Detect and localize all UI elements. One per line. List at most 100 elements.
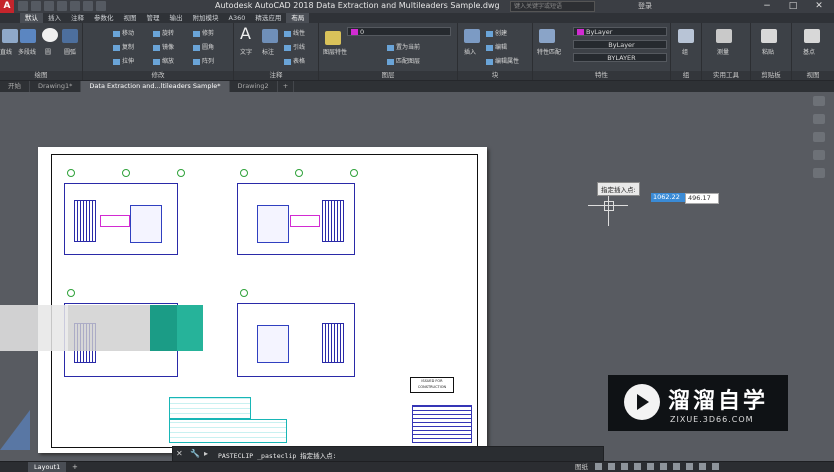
- edit-block-tool[interactable]: 编辑: [486, 42, 507, 51]
- paste-tool-label[interactable]: 粘贴: [762, 47, 774, 56]
- snap-toggle-icon[interactable]: [608, 463, 615, 470]
- showmotion-icon[interactable]: [813, 168, 825, 178]
- dimension-tool-label[interactable]: 标注: [262, 47, 274, 56]
- stretch-tool[interactable]: 拉伸: [113, 56, 134, 65]
- color-dropdown[interactable]: ByLayer: [573, 27, 667, 36]
- doc-tab-drawing1[interactable]: Drawing1*: [30, 81, 82, 92]
- grid-toggle-icon[interactable]: [595, 463, 602, 470]
- maximize-button[interactable]: □: [780, 0, 806, 12]
- plot-icon[interactable]: [70, 1, 80, 11]
- tab-manage[interactable]: 管理: [142, 13, 165, 23]
- doc-tab-drawing2[interactable]: Drawing2: [230, 81, 278, 92]
- base-view-icon[interactable]: [804, 29, 820, 43]
- match-properties-label[interactable]: 特性匹配: [537, 47, 561, 56]
- insert-block-label[interactable]: 插入: [464, 47, 476, 56]
- tab-featured-apps[interactable]: 精选应用: [250, 13, 286, 23]
- insert-block-icon[interactable]: [464, 29, 480, 43]
- open-file-icon[interactable]: [31, 1, 41, 11]
- tab-output[interactable]: 输出: [165, 13, 188, 23]
- line-tool-label[interactable]: 直线: [0, 47, 12, 56]
- layer-dropdown[interactable]: 0: [347, 27, 451, 36]
- arc-icon[interactable]: [62, 29, 78, 43]
- scale-tool[interactable]: 缩放: [153, 56, 174, 65]
- pan-icon[interactable]: [813, 114, 825, 124]
- tab-view[interactable]: 视图: [119, 13, 142, 23]
- polar-toggle-icon[interactable]: [634, 463, 641, 470]
- lineweight-toggle-icon[interactable]: [660, 463, 667, 470]
- text-tool-label[interactable]: 文字: [240, 47, 252, 56]
- steering-wheel-icon[interactable]: [813, 96, 825, 106]
- orbit-icon[interactable]: [813, 150, 825, 160]
- doc-tab-data-extraction[interactable]: Data Extraction and...ltileaders Sample*: [81, 81, 230, 92]
- doc-tab-start[interactable]: 开始: [0, 81, 30, 92]
- utilities-panel-title[interactable]: 实用工具: [702, 71, 750, 80]
- group-tool-label[interactable]: 组: [682, 47, 688, 56]
- minimize-button[interactable]: −: [754, 0, 780, 12]
- table-tool[interactable]: 表格: [284, 56, 305, 65]
- help-search-input[interactable]: 键入关键字或短语: [510, 1, 595, 12]
- groups-panel-title[interactable]: 组: [671, 71, 701, 80]
- command-close-icon[interactable]: ✕: [176, 449, 183, 458]
- clipboard-panel-title[interactable]: 剪贴板: [751, 71, 791, 80]
- polyline-tool-label[interactable]: 多段线: [18, 47, 36, 56]
- dimension-icon[interactable]: [262, 29, 278, 43]
- layer-properties-label[interactable]: 图层特性: [323, 47, 347, 56]
- properties-panel-title[interactable]: 特性: [533, 71, 670, 80]
- view-panel-title[interactable]: 视图: [792, 71, 834, 80]
- circle-tool-label[interactable]: 圆: [45, 47, 51, 56]
- undo-icon[interactable]: [83, 1, 93, 11]
- tab-parametric[interactable]: 参数化: [89, 13, 119, 23]
- make-current-tool[interactable]: 置为当前: [387, 42, 420, 51]
- save-icon[interactable]: [44, 1, 54, 11]
- draw-panel-title[interactable]: 绘图: [0, 71, 82, 80]
- base-view-label[interactable]: 基点: [803, 47, 815, 56]
- tab-layout[interactable]: 布局: [286, 13, 310, 23]
- customize-menu-icon[interactable]: [712, 463, 719, 470]
- new-file-icon[interactable]: [18, 1, 28, 11]
- linear-tool[interactable]: 线性: [284, 28, 305, 37]
- rotate-tool[interactable]: 旋转: [153, 28, 174, 37]
- command-customize-icon[interactable]: 🔧: [190, 449, 200, 458]
- fullscreen-icon[interactable]: [699, 463, 706, 470]
- login-button[interactable]: 登录: [638, 1, 652, 11]
- linetype-dropdown[interactable]: BYLAYER: [573, 53, 667, 62]
- text-icon[interactable]: A: [240, 26, 256, 42]
- tab-a360[interactable]: A360: [224, 13, 251, 23]
- workspace-gear-icon[interactable]: [686, 463, 693, 470]
- mirror-tool[interactable]: 镜像: [153, 42, 174, 51]
- match-properties-icon[interactable]: [539, 29, 555, 43]
- line-icon[interactable]: [2, 29, 18, 43]
- osnap-toggle-icon[interactable]: [647, 463, 654, 470]
- paste-icon[interactable]: [761, 29, 777, 43]
- annotation-scale-icon[interactable]: [673, 463, 680, 470]
- redo-icon[interactable]: [96, 1, 106, 11]
- zoom-extents-icon[interactable]: [813, 132, 825, 142]
- measure-tool-label[interactable]: 测量: [717, 47, 729, 56]
- copy-tool[interactable]: 复制: [113, 42, 134, 51]
- fillet-tool[interactable]: 圆角: [193, 42, 214, 51]
- tab-insert[interactable]: 插入: [43, 13, 66, 23]
- block-panel-title[interactable]: 块: [458, 71, 532, 80]
- match-layer-tool[interactable]: 匹配图层: [387, 56, 420, 65]
- new-tab-button[interactable]: +: [278, 81, 295, 92]
- autocad-logo-icon[interactable]: A: [0, 0, 14, 13]
- dynamic-input-x[interactable]: 1062.22: [651, 193, 685, 202]
- edit-attributes-tool[interactable]: 编辑属性: [486, 56, 519, 65]
- create-block-tool[interactable]: 创建: [486, 28, 507, 37]
- arc-tool-label[interactable]: 圆弧: [64, 47, 76, 56]
- tab-annotate[interactable]: 注释: [66, 13, 89, 23]
- move-tool[interactable]: 移动: [113, 28, 134, 37]
- annotation-panel-title[interactable]: 注释: [234, 71, 318, 80]
- tab-home[interactable]: 默认: [20, 13, 43, 23]
- polyline-icon[interactable]: [20, 29, 36, 43]
- command-prompt-icon[interactable]: ▸: [204, 449, 208, 458]
- layout-paper[interactable]: ISSUED FOR CONSTRUCTION: [38, 147, 487, 453]
- command-line[interactable]: ✕ 🔧 ▸ PASTECLIP _pasteclip 指定插入点:: [172, 446, 604, 462]
- close-window-button[interactable]: ✕: [806, 0, 832, 12]
- circle-icon[interactable]: [42, 28, 58, 42]
- dynamic-input-y[interactable]: 496.17: [685, 193, 719, 204]
- group-icon[interactable]: [678, 29, 694, 43]
- layers-panel-title[interactable]: 图层: [319, 71, 457, 80]
- array-tool[interactable]: 阵列: [193, 56, 214, 65]
- ortho-toggle-icon[interactable]: [621, 463, 628, 470]
